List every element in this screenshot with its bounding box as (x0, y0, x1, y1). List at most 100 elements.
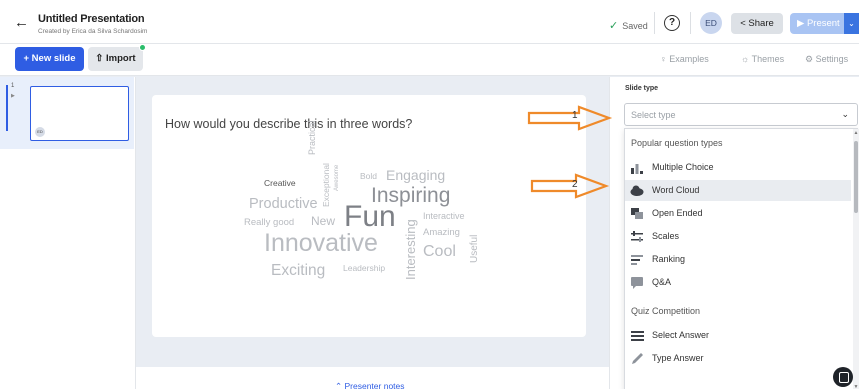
divider (654, 12, 655, 34)
help-icon[interactable]: ? (664, 15, 680, 31)
word-cloud-word: Cool (423, 243, 456, 260)
chevron-down-icon: ⌄ (848, 19, 855, 28)
annotation-arrow-2 (530, 173, 610, 199)
option-label: Type Answer (652, 353, 704, 363)
scroll-up-icon[interactable]: ▲ (853, 130, 859, 136)
slide-number: 1 (11, 83, 15, 89)
import-button[interactable]: ⇧ Import (88, 47, 143, 71)
share-label: Share (748, 18, 774, 29)
annotation-label-1: 1 (572, 110, 578, 121)
option-ranking[interactable]: Ranking (625, 249, 851, 270)
gear-icon: ⚙ (805, 54, 814, 64)
themes-label: Themes (751, 54, 785, 64)
word-cloud-word: Interactive (423, 211, 465, 221)
presenter-notes-label: Presenter notes (344, 381, 405, 389)
pencil-icon (632, 353, 643, 364)
share-button[interactable]: < Share (731, 13, 783, 34)
option-open-ended[interactable]: Open Ended (625, 203, 851, 224)
word-cloud-word: Creative (264, 178, 296, 188)
word-cloud-word: Fun (344, 200, 396, 233)
option-label: Q&A (652, 277, 672, 287)
palette-icon: ☼ (741, 54, 750, 64)
settings-link[interactable]: ⚙ Settings (805, 54, 848, 65)
settings-label: Settings (815, 54, 849, 64)
upload-icon: ⇧ (95, 53, 104, 64)
annotation-label-2: 2 (572, 179, 578, 190)
notification-dot (139, 44, 146, 51)
option-type-answer[interactable]: Type Answer (625, 348, 851, 369)
slide-type-select[interactable]: Select type ⌄ (624, 103, 858, 126)
option-select-answer[interactable]: Select Answer (625, 325, 851, 346)
annotation-arrow-1 (527, 105, 613, 131)
speech-bubbles-icon (631, 208, 643, 219)
word-cloud-word: Exciting (271, 262, 326, 279)
toolbar: + New slide ⇧ Import ♀ Examples ☼ Themes… (0, 44, 859, 76)
word-cloud-word: Useful (469, 234, 480, 263)
avatar[interactable]: ED (700, 12, 722, 34)
chat-support-icon[interactable] (833, 367, 853, 387)
option-label: Open Ended (652, 208, 703, 218)
presenter-notes-toggle[interactable]: ⌃ Presenter notes (335, 381, 405, 389)
word-cloud-word: Exceptional (321, 163, 331, 207)
check-icon: ✓ (609, 20, 619, 32)
word-cloud-word: New (311, 214, 336, 228)
examples-label: Examples (669, 54, 709, 64)
option-scales[interactable]: Scales (625, 226, 851, 247)
themes-link[interactable]: ☼ Themes (741, 54, 784, 64)
new-slide-button[interactable]: + New slide (15, 47, 84, 71)
chevron-up-icon: ⌃ (335, 381, 343, 389)
play-icon: ▶ (797, 18, 805, 29)
chevron-down-icon: ⌄ (841, 109, 849, 119)
word-cloud-word: Productive (249, 196, 318, 212)
word-cloud-word: Really good (244, 217, 295, 228)
slide-type-dropdown: Popular question types Multiple Choice W… (624, 128, 859, 389)
dropdown-scrollbar[interactable]: ▲ ▼ (853, 129, 859, 389)
slide-type-panel: Slide type Select type ⌄ Popular questio… (609, 77, 859, 389)
slide-canvas[interactable]: How would you describe this in three wor… (152, 95, 586, 337)
section-heading-popular: Popular question types (631, 138, 723, 148)
option-multiple-choice[interactable]: Multiple Choice (625, 157, 851, 178)
saved-label: Saved (622, 21, 648, 31)
bar-chart-icon (631, 164, 643, 174)
back-arrow-icon[interactable]: ← (14, 14, 29, 31)
slide-selected-indicator (6, 85, 8, 131)
word-cloud-word: Bold (360, 171, 378, 181)
slide-question[interactable]: How would you describe this in three wor… (165, 117, 412, 131)
present-button[interactable]: ▶ Present (790, 13, 844, 34)
divider (690, 12, 691, 34)
word-cloud-word: Engaging (386, 167, 446, 183)
presentation-title[interactable]: Untitled Presentation (38, 13, 145, 25)
slide-list-pane: 1 ▶ ED (0, 77, 136, 389)
share-icon: < (740, 18, 746, 29)
slide-thumbnail[interactable]: ED (30, 86, 129, 141)
option-label: Multiple Choice (652, 162, 714, 172)
list-icon (631, 331, 644, 341)
option-qa[interactable]: Q&A (625, 272, 851, 293)
ranking-icon (631, 255, 643, 265)
scrollbar-thumb[interactable] (854, 141, 858, 213)
option-label: Scales (652, 231, 680, 241)
sliders-icon (631, 231, 643, 242)
cloud-icon (630, 185, 644, 196)
word-cloud-word: Awesome (334, 164, 340, 191)
saved-status: ✓ Saved (609, 19, 648, 32)
word-cloud-word: Leadership (343, 263, 386, 273)
word-cloud-word: Innovative (264, 229, 378, 257)
present-label: Present (806, 18, 840, 29)
present-dropdown-button[interactable]: ⌄ (844, 13, 859, 34)
option-word-cloud[interactable]: Word Cloud (625, 180, 851, 201)
lightbulb-icon: ♀ (660, 54, 667, 64)
section-heading-quiz: Quiz Competition (631, 306, 701, 316)
word-cloud-word: Amazing (423, 227, 460, 238)
word-cloud-word: Interesting (403, 219, 418, 280)
slide-list-item[interactable]: 1 ▶ ED (0, 77, 134, 149)
examples-link[interactable]: ♀ Examples (660, 54, 709, 64)
option-label: Word Cloud (652, 185, 700, 195)
word-cloud-word: Practical (307, 120, 317, 155)
thumbnail-avatar: ED (35, 127, 45, 137)
top-header: ← Untitled Presentation Created by Erica… (0, 0, 859, 44)
chat-icon (631, 277, 643, 289)
play-icon: ▶ (11, 93, 15, 99)
scroll-down-icon[interactable]: ▼ (853, 384, 859, 389)
option-label: Ranking (652, 254, 686, 264)
